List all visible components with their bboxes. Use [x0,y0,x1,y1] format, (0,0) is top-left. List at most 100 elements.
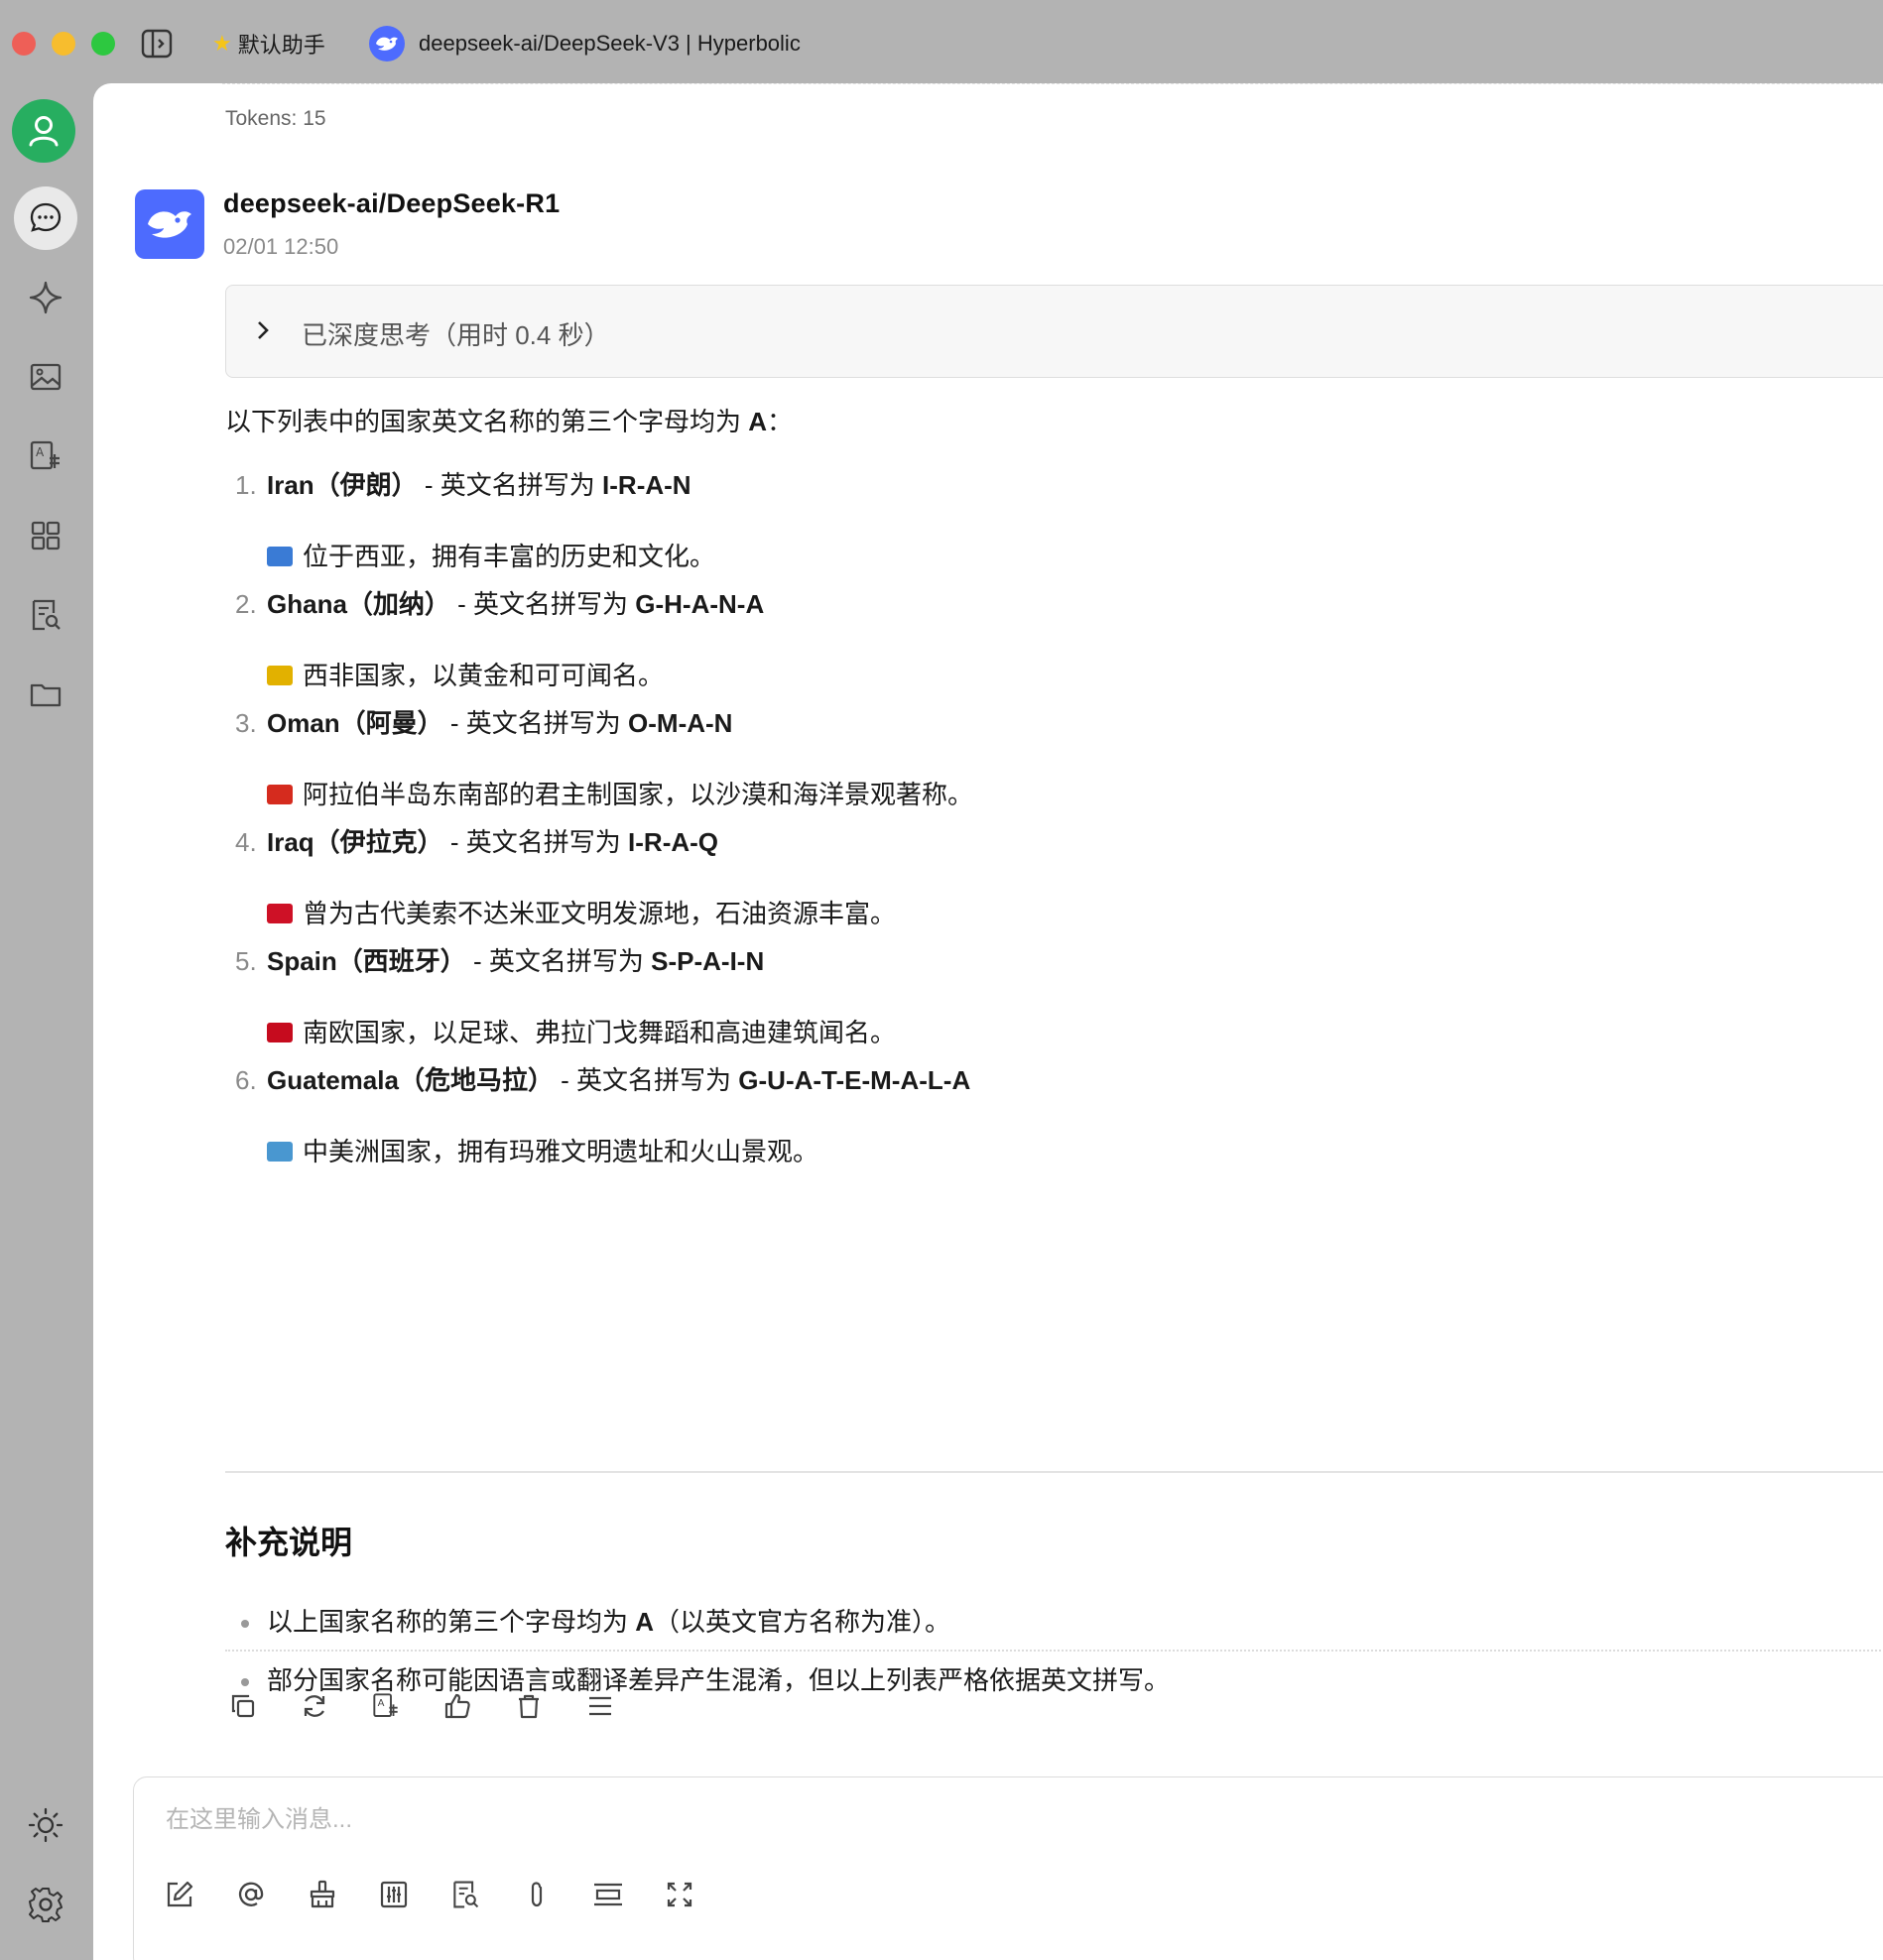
country-name: Spain（西班牙） [267,946,466,976]
country-title: Ghana（加纳） - 英文名拼写为 G-H-A-N-A [267,585,1813,623]
description-text: 南欧国家，以足球、弗拉门戈舞蹈和高迪建筑闻名。 [303,1018,897,1047]
broom-icon[interactable] [305,1877,340,1912]
description-text: 曾为古代美索不达米亚文明发源地，石油资源丰富。 [303,899,897,928]
list-number: 1. [235,470,257,500]
spelling-label: - 英文名拼写为 [417,470,603,500]
tab-model-label: deepseek-ai/DeepSeek-V3 | Hyperbolic [419,31,801,56]
message-timestamp: 02/01 12:50 [223,234,339,259]
at-icon[interactable] [233,1877,269,1912]
menu-icon[interactable] [582,1688,618,1724]
country-name: Oman（阿曼） [267,708,443,738]
doc-search-icon[interactable] [447,1877,483,1912]
country-title: Iraq（伊拉克） - 英文名拼写为 I-R-A-Q [267,823,1813,861]
country-description: 南欧国家，以足球、弗拉门戈舞蹈和高迪建筑闻名。 [267,1014,1813,1051]
country-description: 位于西亚，拥有丰富的历史和文化。 [267,538,1813,575]
svg-text:A: A [36,445,45,459]
regenerate-icon[interactable] [297,1688,332,1724]
country-description: 曾为古代美索不达米亚文明发源地，石油资源丰富。 [267,895,1813,932]
sliders-icon[interactable] [376,1877,412,1912]
copy-icon[interactable] [225,1688,261,1724]
svg-text:A: A [378,1698,385,1709]
thumbs-up-icon[interactable] [439,1688,475,1724]
star-icon: ★ [212,31,232,56]
spelling-value: S-P-A-I-N [651,946,765,976]
tab-assistant[interactable]: ★ 默认助手 [212,26,325,61]
message-composer [133,1776,1883,1960]
translate-icon[interactable]: A [14,425,77,488]
description-text: 阿拉伯半岛东南部的君主制国家，以沙漠和海洋景观著称。 [303,780,974,809]
intro-letter: A [748,407,768,436]
title-bar: ★ 默认助手 deepseek-ai/DeepSeek-V3 | Hyperbo… [0,0,1883,87]
intro-text: 以下列表中的国家英文名称的第三个字母均为 [225,407,749,436]
description-text: 中美洲国家，拥有玛雅文明遗址和火山景观。 [303,1137,819,1166]
edit-icon[interactable] [162,1877,197,1912]
apps-icon[interactable] [14,504,77,567]
flag-icon [267,785,293,804]
flag-icon [267,1023,293,1042]
sidebar-toggle-icon[interactable] [139,26,175,61]
country-title: Guatemala（危地马拉） - 英文名拼写为 G-U-A-T-E-M-A-L… [267,1061,1813,1099]
list-item: 3. Oman（阿曼） - 英文名拼写为 O-M-A-N 阿拉伯半岛东南部的君主制国… [225,704,1813,813]
trash-icon[interactable] [511,1688,547,1724]
list-item: 5. Spain（西班牙） - 英文名拼写为 S-P-A-I-N 南欧国家，以足球、… [225,942,1813,1051]
country-title: Spain（西班牙） - 英文名拼写为 S-P-A-I-N [267,942,1813,980]
list-item: 2. Ghana（加纳） - 英文名拼写为 G-H-A-N-A 西非国家，以黄金和可… [225,585,1813,694]
translate-icon[interactable]: A [368,1688,404,1724]
spelling-value: I-R-A-N [602,470,691,500]
spelling-label: - 英文名拼写为 [442,708,629,738]
flag-icon [267,1142,293,1162]
tab-assistant-label: 默认助手 [237,33,325,58]
chat-icon[interactable] [14,186,77,250]
flag-icon [267,547,293,566]
country-description: 阿拉伯半岛东南部的君主制国家，以沙漠和海洋景观著称。 [267,776,1813,813]
intro-paragraph: 以下列表中的国家英文名称的第三个字母均为 A： [225,403,1813,440]
list-number: 5. [235,946,257,976]
spelling-value: G-H-A-N-A [635,589,765,619]
flag-icon [267,904,293,923]
country-title: Oman（阿曼） - 英文名拼写为 O-M-A-N [267,704,1813,742]
close-window-button[interactable] [12,32,36,56]
list-item: 1. Iran（伊朗） - 英文名拼写为 I-R-A-N 位于西亚，拥有丰富的历史和… [225,466,1813,575]
country-title: Iran（伊朗） - 英文名拼写为 I-R-A-N [267,466,1813,504]
spelling-label: - 英文名拼写为 [449,589,636,619]
list-number: 6. [235,1065,257,1095]
sparkle-icon[interactable] [14,266,77,329]
intro-colon: ： [767,407,794,436]
country-description: 中美洲国家，拥有玛雅文明遗址和火山景观。 [267,1133,1813,1170]
list-number: 2. [235,589,257,619]
message-actions: A [225,1688,618,1724]
folder-icon[interactable] [14,663,77,726]
spelling-value: O-M-A-N [628,708,733,738]
deepseek-logo-icon [369,26,405,61]
expand-icon[interactable] [662,1877,697,1912]
model-name: deepseek-ai/DeepSeek-R1 [223,188,561,218]
supplement-heading: 补充说明 [225,1525,353,1560]
message-content: 以下列表中的国家英文名称的第三个字母均为 A： 1. Iran（伊朗） - 英文名… [225,403,1813,1180]
sun-icon[interactable] [14,1793,77,1857]
list-item: 6. Guatemala（危地马拉） - 英文名拼写为 G-U-A-T-E-M-A… [225,1061,1813,1170]
bullet-text-end: （以英文官方名称为准）。 [654,1607,951,1637]
deepseek-logo-icon [135,189,204,259]
minimize-window-button[interactable] [52,32,75,56]
description-text: 位于西亚，拥有丰富的历史和文化。 [303,542,716,571]
spelling-value: G-U-A-T-E-M-A-L-A [738,1065,971,1095]
divider [225,1650,1883,1652]
line-height-icon[interactable] [590,1877,626,1912]
doc-search-icon[interactable] [14,583,77,647]
thinking-toggle[interactable]: 已深度思考（用时 0.4 秒） [225,285,1883,378]
image-icon[interactable] [14,345,77,409]
spelling-label: - 英文名拼写为 [553,1065,739,1095]
maximize-window-button[interactable] [91,32,115,56]
chat-panel: Tokens: 15 deepseek-ai/DeepSeek-R1 02/01… [93,83,1883,1960]
avatar[interactable] [12,99,75,163]
country-name: Iran（伊朗） [267,470,418,500]
paperclip-icon[interactable] [519,1877,555,1912]
gear-icon[interactable] [14,1873,77,1936]
list-number: 4. [235,827,257,857]
spelling-value: I-R-A-Q [628,827,719,857]
country-name: Iraq（伊拉克） [267,827,443,857]
spelling-label: - 英文名拼写为 [465,946,652,976]
composer-toolbar [162,1877,697,1912]
message-input[interactable] [164,1797,1656,1843]
tab-model[interactable]: deepseek-ai/DeepSeek-V3 | Hyperbolic [369,24,801,63]
